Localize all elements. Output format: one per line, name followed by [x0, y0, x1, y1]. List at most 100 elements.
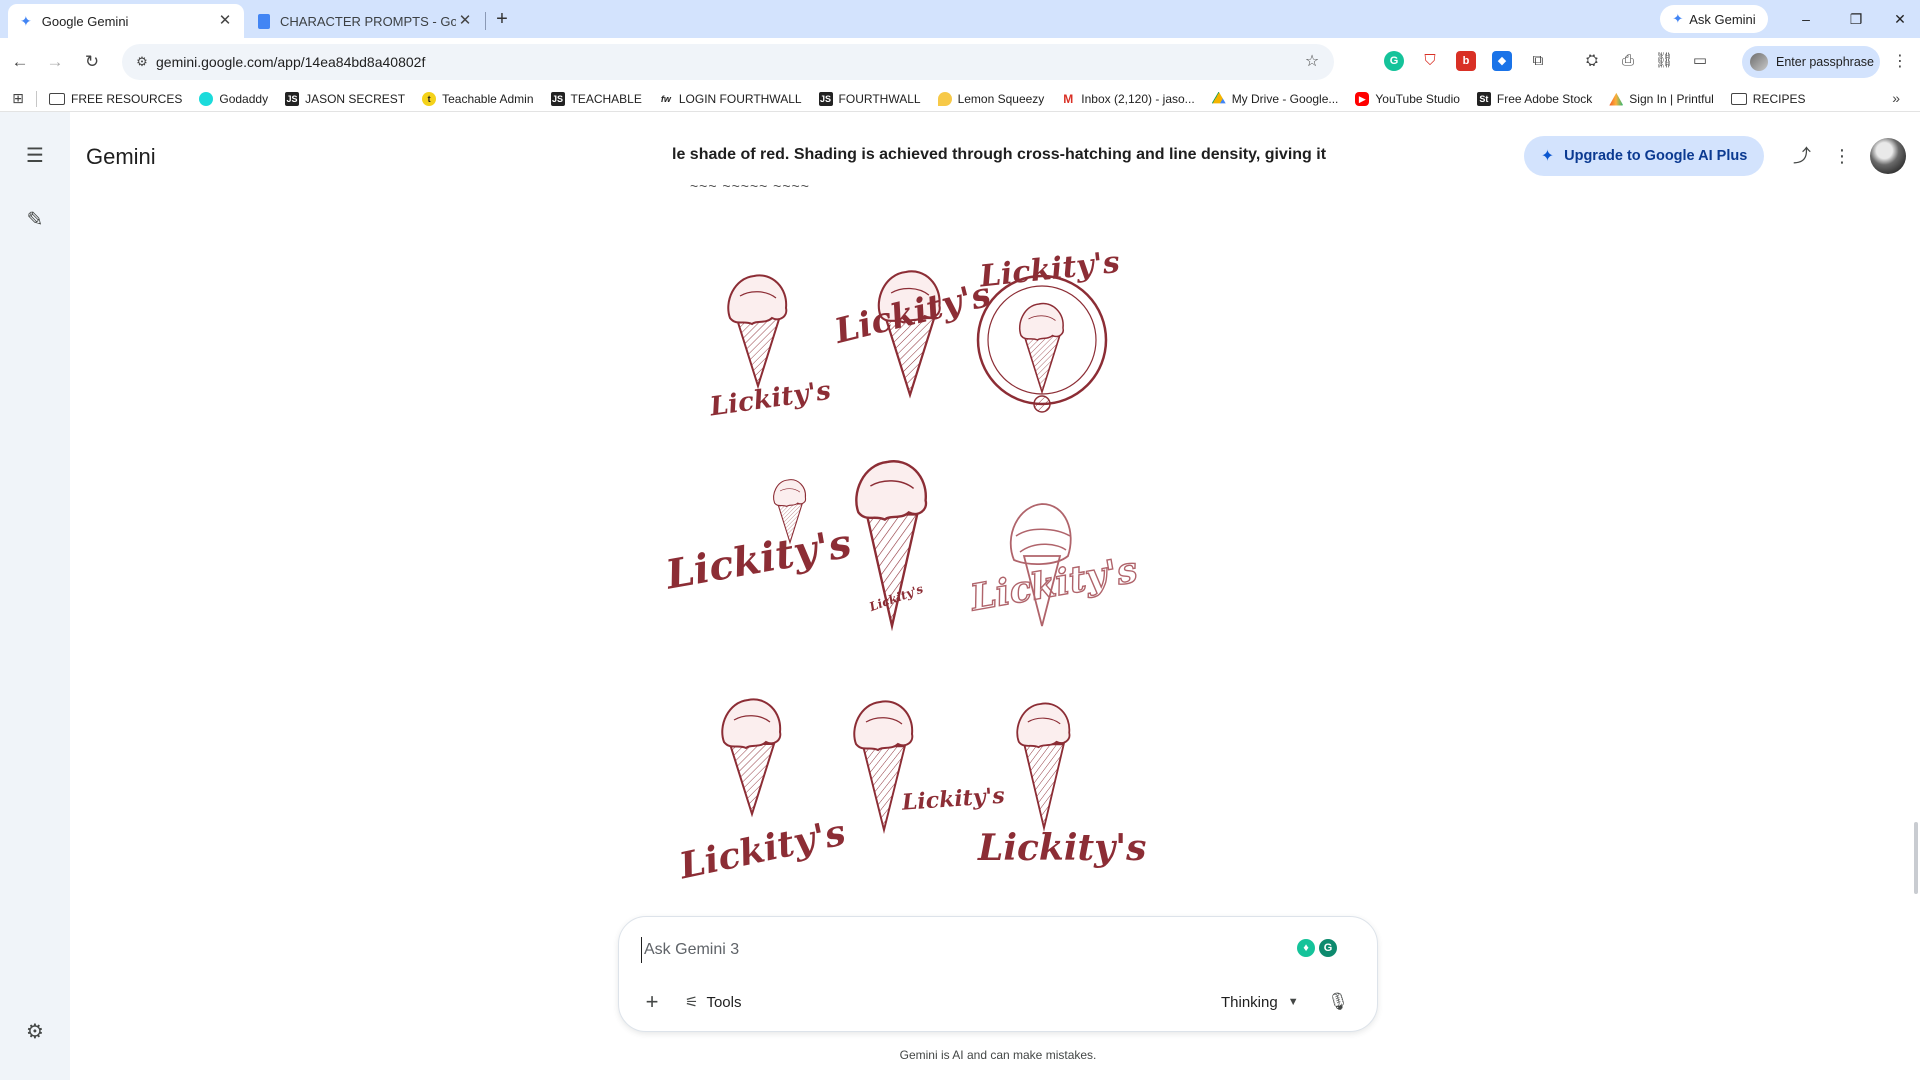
more-vert-icon: ⋮	[1892, 53, 1908, 70]
tab-separator	[485, 12, 486, 30]
forward-button[interactable]: →	[43, 50, 67, 74]
gmail-icon: M	[1063, 91, 1074, 106]
incognito-icon[interactable]: ⛭	[1582, 51, 1602, 71]
bookmark-star-icon[interactable]: ☆	[1300, 50, 1324, 74]
tab-title: CHARACTER PROMPTS - Googl	[280, 13, 456, 29]
bookmarks-bar: ⊞ FREE RESOURCES Godaddy JS JASON SECREST…	[0, 86, 1920, 112]
more-vert-icon: ⋮	[1833, 146, 1851, 166]
print-icon[interactable]: ⎙	[1618, 51, 1638, 71]
logo-wordmark: Lickity's	[707, 376, 833, 423]
logo-sketch-9: Lickity's	[966, 684, 1146, 884]
scrollbar-thumb[interactable]	[1914, 822, 1918, 894]
apps-grid-icon[interactable]: ⊞	[0, 90, 36, 107]
bookmark-teachable-admin[interactable]: t Teachable Admin	[422, 91, 534, 106]
teachable-icon: t	[422, 91, 437, 106]
logo-sketch-3: Lickity's	[966, 228, 1121, 428]
prompt-input[interactable]	[641, 937, 1241, 963]
prompt-composer: ♦ G + ⚟ Tools Thinking ▼ 🎙	[618, 916, 1378, 1032]
microphone-button[interactable]: 🎙	[1323, 987, 1353, 1017]
restore-button[interactable]: ❐	[1836, 6, 1876, 32]
ask-gemini-label: Ask Gemini	[1689, 11, 1756, 27]
drive-icon	[1211, 91, 1226, 104]
close-icon: ✕	[1894, 11, 1906, 27]
browser-tab-strip: ✦ Google Gemini ✕ CHARACTER PROMPTS - Go…	[0, 0, 1920, 38]
tab-character-prompts[interactable]: CHARACTER PROMPTS - Googl ✕	[252, 4, 484, 38]
add-attachment-button[interactable]: +	[637, 987, 667, 1017]
main-menu-button[interactable]: ☰	[17, 138, 53, 174]
bookmark-free-resources[interactable]: FREE RESOURCES	[49, 92, 182, 106]
tools-button[interactable]: ⚟ Tools	[685, 987, 741, 1017]
red-extension-icon[interactable]: b	[1456, 51, 1476, 71]
site-info-icon[interactable]: ⚙	[130, 50, 154, 74]
extensions-puzzle-icon[interactable]: ⧉	[1528, 51, 1548, 71]
close-tab-icon[interactable]: ✕	[216, 12, 234, 30]
bookmark-login-fourthwall[interactable]: fw LOGIN FOURTHWALL	[659, 92, 802, 106]
address-bar[interactable]: ⚙ gemini.google.com/app/14ea84bd8a40802f…	[122, 44, 1334, 80]
pocket-extension-icon[interactable]: ⛉	[1420, 51, 1440, 71]
bookmark-teachable[interactable]: JS TEACHABLE	[550, 91, 642, 106]
conversation-title[interactable]: le shade of red. Shading is achieved thr…	[672, 146, 1382, 164]
new-chat-button[interactable]: ✎	[17, 202, 53, 238]
url-text[interactable]: gemini.google.com/app/14ea84bd8a40802f	[156, 44, 425, 80]
js-icon: JS	[550, 91, 565, 106]
blue-extension-icon[interactable]: ◆	[1492, 51, 1512, 71]
profile-chip[interactable]: Enter passphrase	[1742, 46, 1880, 78]
arrow-left-icon: ←	[11, 52, 29, 71]
bookmark-printful[interactable]: Sign In | Printful	[1609, 92, 1714, 106]
bookmark-my-drive[interactable]: My Drive - Google...	[1211, 91, 1338, 106]
minimize-button[interactable]: –	[1786, 6, 1826, 32]
bookmark-free-adobe-stock[interactable]: St Free Adobe Stock	[1476, 91, 1592, 106]
mode-label: Thinking	[1221, 993, 1278, 1011]
upgrade-button[interactable]: ✦ Upgrade to Google AI Plus	[1524, 136, 1764, 176]
plus-icon: +	[645, 989, 659, 1014]
chevron-down-icon: ▼	[1287, 996, 1299, 1008]
grammarly-widgets: ♦ G	[1297, 939, 1337, 957]
gemini-sparkle-icon: ✦	[1672, 11, 1684, 26]
bookmark-label: Inbox (2,120) - jaso...	[1081, 91, 1195, 106]
grammarly-extension-icon[interactable]: G	[1384, 51, 1404, 71]
ai-disclaimer: Gemini is AI and can make mistakes.	[899, 1048, 1097, 1062]
bookmark-jason-secrest[interactable]: JS JASON SECREST	[285, 91, 406, 106]
microphone-icon: 🎙	[1327, 992, 1349, 1011]
logo-sketch-7: Lickity's	[670, 684, 849, 888]
bookmark-label: JASON SECREST	[305, 91, 406, 106]
share-button[interactable]: ⤴	[1790, 144, 1814, 168]
reload-button[interactable]: ↻	[80, 50, 104, 74]
close-window-button[interactable]: ✕	[1880, 6, 1920, 32]
avatar[interactable]	[1870, 138, 1906, 174]
bookmark-godaddy[interactable]: Godaddy	[199, 91, 268, 106]
reload-icon: ↻	[84, 52, 100, 71]
link-icon[interactable]: ⛓	[1654, 51, 1674, 71]
godaddy-icon	[199, 91, 214, 106]
gemini-brand[interactable]: Gemini	[86, 144, 156, 170]
back-button[interactable]: ←	[8, 50, 32, 74]
mode-picker[interactable]: Thinking ▼	[1221, 987, 1299, 1017]
new-tab-button[interactable]: +	[490, 7, 514, 31]
bookmark-inbox[interactable]: M Inbox (2,120) - jaso...	[1061, 92, 1194, 106]
sparkle-icon: ✦	[1540, 148, 1555, 165]
bookmark-lemon-squeezy[interactable]: Lemon Squeezy	[937, 91, 1045, 106]
bookmark-youtube-studio[interactable]: ▶ YouTube Studio	[1355, 91, 1460, 106]
folder-icon	[49, 92, 65, 105]
tab-google-gemini[interactable]: ✦ Google Gemini ✕	[8, 4, 244, 38]
bookmark-fourthwall[interactable]: JS FOURTHWALL	[818, 91, 921, 106]
upgrade-label: Upgrade to Google AI Plus	[1564, 148, 1748, 164]
gemini-header: Gemini le shade of red. Shading is achie…	[70, 112, 1920, 200]
cast-icon[interactable]: ▭	[1690, 51, 1710, 71]
bookmark-label: Lemon Squeezy	[957, 91, 1045, 106]
close-tab-icon[interactable]: ✕	[456, 12, 474, 30]
ask-gemini-button[interactable]: ✦ Ask Gemini	[1660, 5, 1768, 33]
bookmark-label: FOURTHWALL	[838, 91, 921, 106]
bookmark-recipes[interactable]: RECIPES	[1730, 92, 1805, 106]
gemini-sparkle-icon: ✦	[20, 12, 32, 29]
generated-image-logo-sketches[interactable]: Lickity's Lickity's Lickity's Lickity's	[661, 228, 1150, 896]
profile-label: Enter passphrase	[1776, 55, 1874, 69]
edit-square-icon: ✎	[26, 209, 44, 231]
browser-menu-button[interactable]: ⋮	[1892, 50, 1908, 74]
settings-button[interactable]: ⚙	[17, 1014, 53, 1050]
more-options-button[interactable]: ⋮	[1830, 144, 1854, 168]
bookmark-label: Sign In | Printful	[1629, 91, 1714, 106]
bulb-icon[interactable]: ♦	[1297, 939, 1315, 957]
more-bookmarks-icon[interactable]: »	[1892, 90, 1900, 106]
grammarly-icon[interactable]: G	[1319, 939, 1337, 957]
